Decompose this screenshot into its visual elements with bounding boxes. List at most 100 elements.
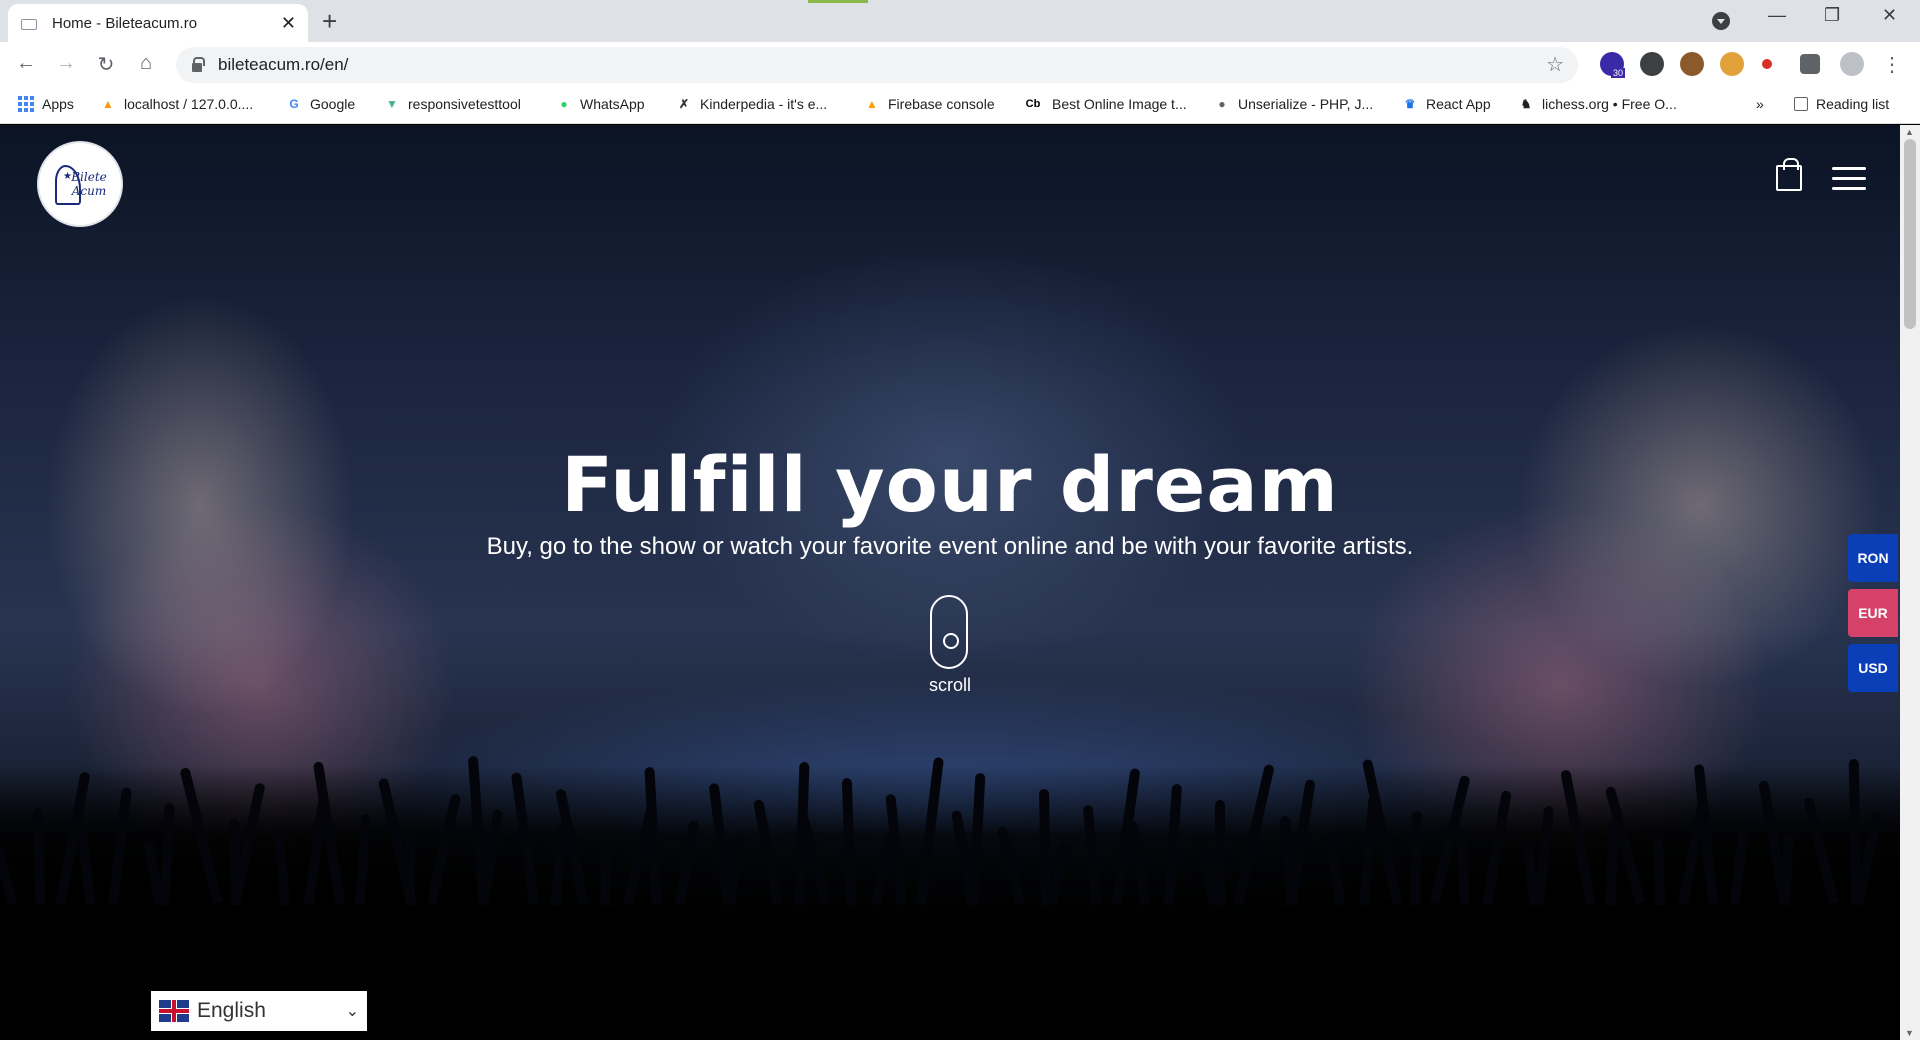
new-tab-button[interactable]: + [322, 6, 337, 37]
bookmark-firebase[interactable]: ▲ Firebase console [864, 96, 995, 112]
close-window-button[interactable]: ✕ [1882, 5, 1897, 26]
scroll-up-icon[interactable]: ▲ [1905, 127, 1914, 137]
vue-icon: ▼ [386, 97, 398, 111]
firebase-icon: ▲ [866, 97, 878, 111]
scroll-down-icon[interactable]: ▼ [1905, 1028, 1914, 1038]
crowd-hand [32, 807, 46, 906]
shopping-bag-icon[interactable] [1776, 158, 1802, 191]
extension-cookie-icon[interactable] [1680, 52, 1704, 76]
tab-strip: Home - Bileteacum.ro ✕ + — ❐ ✕ [0, 0, 1920, 42]
crowd-hand [510, 771, 540, 906]
bookmark-unserialize[interactable]: ● Unserialize - PHP, J... [1214, 96, 1373, 112]
bookmarks-bar: Apps ▲ localhost / 127.0.0.... G Google … [0, 88, 1920, 124]
crowd-hand [1482, 790, 1512, 905]
crowd-hand [0, 844, 18, 906]
bookmark-kinderpedia[interactable]: ✗ Kinderpedia - it's e... [676, 96, 827, 112]
uk-flag-icon [159, 1000, 189, 1022]
bookmarks-overflow-button[interactable]: » [1756, 96, 1764, 112]
loading-indicator [808, 0, 868, 3]
crowd-hand [1410, 810, 1422, 906]
browser-tab[interactable]: Home - Bileteacum.ro ✕ [8, 4, 308, 42]
crowd-hand [916, 756, 944, 906]
crowd-hand [1163, 783, 1183, 906]
hero-subline: Buy, go to the show or watch your favori… [486, 533, 1414, 560]
tab-close-icon[interactable]: ✕ [281, 14, 296, 32]
address-bar[interactable]: bileteacum.ro/en/ ☆ [176, 47, 1578, 83]
bookmark-label: Firebase console [888, 96, 995, 112]
crowd-hand [405, 830, 415, 905]
crowd-hand [1729, 816, 1751, 906]
crowd-hand [600, 840, 612, 906]
crowd-hand [1215, 800, 1225, 905]
extension-record-icon[interactable] [1762, 59, 1772, 69]
bookmark-label: React App [1426, 96, 1491, 112]
bookmark-google[interactable]: G Google [286, 96, 355, 112]
bookmark-react-app[interactable]: ♛ React App [1402, 96, 1491, 112]
bookmark-whatsapp[interactable]: ● WhatsApp [556, 96, 644, 112]
apps-grid-icon [18, 96, 34, 112]
bookmark-best-online-image[interactable]: Cb Best Online Image t... [1022, 96, 1187, 112]
crowd-hand [1082, 804, 1102, 906]
forward-button[interactable]: → [52, 52, 80, 75]
minimize-button[interactable]: — [1768, 5, 1786, 26]
profile-avatar[interactable] [1840, 52, 1864, 76]
site-logo[interactable]: Bilete Acum [37, 141, 123, 227]
bookmark-label: Apps [42, 96, 74, 112]
crowd-hand [107, 786, 133, 906]
bookmark-label: Kinderpedia - it's e... [700, 96, 828, 112]
hamburger-menu-icon[interactable] [1832, 167, 1866, 191]
bookmark-label: Unserialize - PHP, J... [1238, 96, 1374, 112]
crowd-hand [996, 825, 1026, 906]
url-text[interactable]: bileteacum.ro/en/ [218, 55, 348, 75]
currency-ron-button[interactable]: RON [1848, 534, 1898, 582]
browser-toolbar: ← → ↻ ⌂ bileteacum.ro/en/ ☆ 30 ⋮ [0, 42, 1920, 88]
extension-cookie2-icon[interactable] [1720, 52, 1744, 76]
bookmark-localhost[interactable]: ▲ localhost / 127.0.0.... [100, 96, 253, 112]
crowd-hand [752, 799, 784, 905]
bookmark-star-icon[interactable]: ☆ [1546, 52, 1564, 77]
reading-list-button[interactable]: Reading list [1794, 96, 1889, 112]
crowd-hand [674, 819, 700, 906]
crowd-hand [1780, 832, 1794, 906]
extension-aperture-icon[interactable] [1640, 52, 1664, 76]
page-scrollbar[interactable]: ▲ ▼ [1900, 125, 1920, 1040]
crowd-hand [354, 813, 372, 906]
scroll-mouse-icon[interactable] [930, 595, 968, 669]
bookmark-apps[interactable]: Apps [18, 96, 74, 112]
lock-icon [192, 56, 205, 72]
restore-button[interactable]: ❐ [1824, 5, 1840, 26]
reading-list-label: Reading list [1816, 96, 1890, 112]
home-button[interactable]: ⌂ [132, 52, 160, 75]
scroll-label[interactable]: scroll [900, 675, 1000, 696]
crowd-hand [1324, 831, 1346, 906]
browser-menu-icon[interactable]: ⋮ [1878, 52, 1906, 77]
cb-icon: Cb [1025, 98, 1041, 110]
lichess-icon: ♞ [1520, 97, 1532, 111]
extensions-puzzle-icon[interactable] [1800, 54, 1820, 74]
crowd-hand [1560, 769, 1596, 905]
language-label: English [197, 999, 266, 1022]
currency-eur-button[interactable]: EUR [1848, 589, 1898, 637]
bookmark-label: Google [310, 96, 356, 112]
crowd-hand [841, 777, 857, 906]
tab-title: Home - Bileteacum.ro [52, 14, 198, 32]
back-button[interactable]: ← [12, 52, 40, 75]
bookmark-label: localhost / 127.0.0.... [124, 96, 254, 112]
currency-usd-button[interactable]: USD [1848, 644, 1898, 692]
globe-icon: ● [1218, 97, 1226, 111]
bookmark-label: Best Online Image t... [1052, 96, 1187, 112]
crowd-hand [1802, 796, 1840, 905]
crowd-hand [1533, 805, 1555, 906]
bookmark-responsivetesttool[interactable]: ▼ responsivetesttool [384, 96, 521, 112]
page-viewport: Bilete Acum Fulfill your dream Buy, go t… [0, 125, 1900, 1040]
language-selector[interactable]: English ⌄ [151, 991, 367, 1031]
scrollbar-thumb[interactable] [1904, 139, 1916, 329]
google-icon: G [289, 97, 299, 111]
bookmark-lichess[interactable]: ♞ lichess.org • Free O... [1518, 96, 1677, 112]
tab-search-icon[interactable] [1712, 12, 1730, 30]
reload-button[interactable]: ↻ [92, 52, 120, 77]
chevron-down-icon: ⌄ [345, 1003, 359, 1020]
crowd-hand [1455, 826, 1471, 906]
kinderpedia-icon: ✗ [678, 97, 690, 111]
crowd-hand [76, 823, 96, 906]
